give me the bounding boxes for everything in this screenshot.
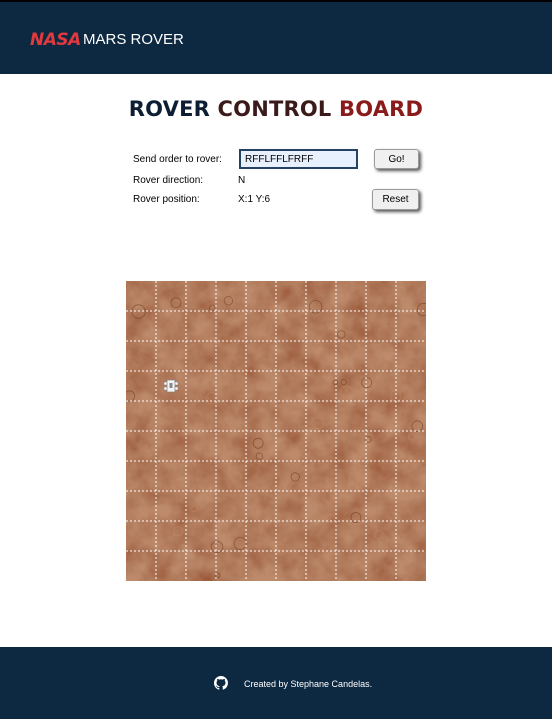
footer: Created by Stephane Candelas. [0, 647, 552, 719]
rover-part [169, 383, 173, 388]
nasa-logo: NASA [30, 30, 81, 50]
rover-part [163, 381, 168, 386]
order-label: Send order to rover: [133, 154, 222, 165]
mars-grid [123, 281, 431, 581]
rover-part [174, 381, 179, 386]
rover-part [163, 386, 168, 391]
position-label: Rover position: [133, 194, 200, 205]
order-input[interactable] [239, 149, 358, 169]
direction-label: Rover direction: [133, 175, 204, 186]
page-title: ROVER CONTROL BOARD [0, 97, 552, 121]
go-button[interactable]: Go! [374, 149, 419, 169]
title-part-control: CONTROL [217, 97, 332, 121]
position-value: X:1 Y:6 [238, 194, 271, 205]
credit-text: Created by Stephane Candelas. [244, 679, 373, 689]
app-name: MARS ROVER [83, 31, 184, 48]
title-part-board: BOARD [339, 97, 424, 121]
reset-button[interactable]: Reset [372, 189, 419, 210]
top-header: NASA MARS ROVER [0, 0, 552, 74]
title-part-rover: ROVER [128, 97, 211, 121]
direction-value: N [238, 175, 246, 186]
rover-part [174, 386, 179, 391]
mars-surface-map [123, 281, 431, 581]
github-icon[interactable] [214, 676, 228, 690]
